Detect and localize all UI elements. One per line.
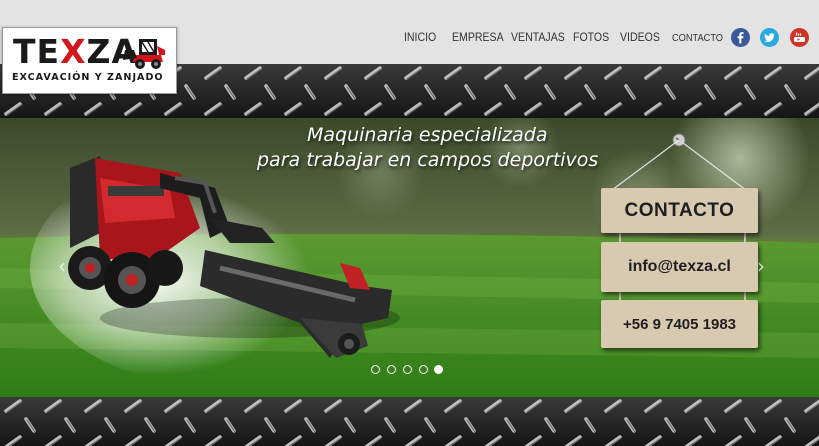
nav-videos[interactable]: VIDEOS (620, 30, 660, 44)
slider-dot-4[interactable] (419, 365, 428, 374)
logo-tagline: EXCAVACIÓN Y ZANJADO (12, 72, 164, 83)
contact-sign-email[interactable]: info@texza.cl (601, 242, 758, 292)
site-logo[interactable]: TEXZA EXCAVACIÓN Y ZANJADO (2, 27, 177, 94)
nav-ventajas[interactable]: VENTAJAS (511, 30, 565, 44)
slider-dot-1[interactable] (371, 365, 380, 374)
slider-dot-2[interactable] (387, 365, 396, 374)
nav-inicio[interactable]: INICIO (404, 30, 436, 44)
youtube-icon[interactable] (790, 28, 809, 47)
contact-sign-title: CONTACTO (601, 188, 758, 233)
slider-dot-5[interactable] (434, 365, 443, 374)
skid-loader-icon (123, 39, 165, 69)
slider-dot-3[interactable] (403, 365, 412, 374)
nav-contacto[interactable]: CONTACTO (672, 32, 723, 44)
twitter-icon[interactable] (760, 28, 779, 47)
diamond-plate-band-bottom (0, 397, 819, 446)
slide-headline-line1: Maquinaria especializada (307, 124, 548, 146)
slider-next-arrow[interactable]: › (757, 256, 765, 276)
contact-sign-phone[interactable]: +56 9 7405 1983 (601, 300, 758, 348)
hero-slider: Maquinaria especializada para trabajar e… (0, 118, 819, 397)
nav-fotos[interactable]: FOTOS (573, 30, 609, 44)
facebook-icon[interactable] (731, 28, 750, 47)
slider-prev-arrow[interactable]: ‹ (58, 256, 66, 276)
nav-empresa[interactable]: EMPRESA (452, 30, 504, 44)
logo-wordmark: TEXZA (13, 32, 138, 71)
slide-headline-line2: para trabajar en campos deportivos (257, 149, 599, 171)
